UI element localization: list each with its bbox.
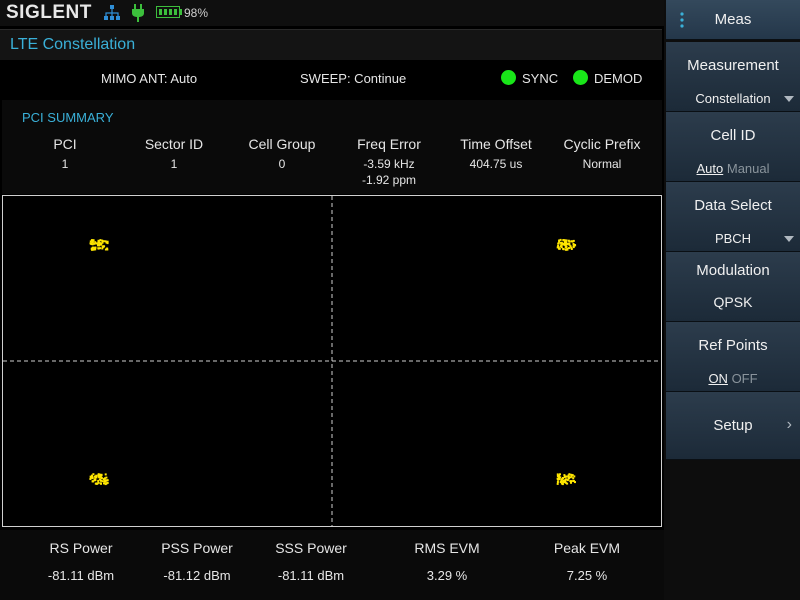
header-sector-id: Sector ID (144, 136, 204, 152)
pci-summary-title: PCI SUMMARY (22, 110, 114, 125)
sweep-status: SWEEP: Continue (300, 71, 407, 86)
setup-label: Setup (713, 417, 753, 434)
constellation-point (89, 473, 109, 486)
header-pss-power: PSS Power (161, 540, 233, 556)
ref-points-on-option[interactable]: ON (708, 371, 728, 386)
dropdown-arrow-icon (784, 236, 794, 242)
header-cell-group: Cell Group (248, 136, 316, 152)
siglent-logo: SIGLENT (6, 2, 92, 23)
constellation-point (89, 239, 109, 251)
header-time-offset: Time Offset (460, 136, 532, 152)
network-icon (104, 5, 120, 20)
data-select-label: Data Select (694, 197, 772, 214)
value-rs-power: -81.11 dBm (47, 568, 115, 583)
battery-tip (180, 9, 182, 15)
measurement-value: Constellation (695, 91, 771, 106)
modulation-value: QPSK (713, 294, 753, 310)
header-peak-evm: Peak EVM (553, 540, 621, 556)
power-plug-icon (132, 4, 144, 22)
value-freq-error-ppm: -1.92 ppm (361, 173, 417, 187)
battery-percent: 98% (184, 6, 209, 20)
status-row: MIMO ANT: Auto SWEEP: Continue SYNC DEMO… (0, 60, 664, 96)
title-bar: LTE Constellation (0, 29, 662, 61)
cell-id-manual-option[interactable]: Manual (727, 161, 770, 176)
cell-id-label: Cell ID (710, 127, 756, 144)
constellation-point (556, 473, 576, 486)
header-rms-evm: RMS EVM (414, 540, 480, 556)
value-time-offset: 404.75 us (469, 157, 523, 171)
value-sss-power: -81.11 dBm (277, 568, 345, 583)
metrics-panel: RS Power PSS Power SSS Power RMS EVM Pea… (0, 530, 664, 600)
header-rs-power: RS Power (49, 540, 113, 556)
cell-id-options: Auto Manual (666, 161, 800, 176)
constellation-point (556, 238, 577, 251)
softkey-panel: Meas Measurement Constellation Cell ID A… (664, 0, 800, 600)
setup-button[interactable]: Setup › (666, 392, 800, 460)
value-pci: 1 (61, 157, 69, 171)
demod-indicator-icon (573, 70, 588, 85)
value-freq-error-khz: -3.59 kHz (363, 157, 415, 171)
data-select-button[interactable]: Data Select PBCH (666, 182, 800, 252)
battery-icon (156, 6, 180, 18)
chevron-right-icon: › (786, 416, 792, 433)
modulation-button[interactable]: Modulation QPSK (666, 252, 800, 322)
value-cell-group: 0 (278, 157, 286, 171)
ref-points-off-option[interactable]: OFF (732, 371, 758, 386)
modulation-label: Modulation (696, 262, 770, 279)
value-sector-id: 1 (170, 157, 178, 171)
header-pci: PCI (53, 136, 77, 152)
measurement-label: Measurement (687, 57, 779, 74)
cell-id-auto-option[interactable]: Auto (696, 161, 723, 176)
value-peak-evm: 7.25 % (566, 568, 608, 583)
mimo-status: MIMO ANT: Auto (101, 71, 198, 86)
data-select-value: PBCH (714, 231, 752, 246)
sync-indicator-icon (501, 70, 516, 85)
top-status-bar (0, 0, 664, 26)
pci-summary: PCI SUMMARY PCI Sector ID Cell Group Fre… (2, 100, 662, 194)
meas-menu-button[interactable]: Meas (666, 0, 800, 40)
sync-label: SYNC (522, 71, 559, 86)
ref-points-label: Ref Points (698, 337, 768, 354)
header-freq-error: Freq Error (357, 136, 421, 152)
dropdown-arrow-icon (784, 96, 794, 102)
constellation-svg (3, 196, 661, 526)
page-title: LTE Constellation (10, 36, 136, 53)
header-sss-power: SSS Power (275, 540, 347, 556)
ref-points-options: ON OFF (666, 371, 800, 386)
value-pss-power: -81.12 dBm (163, 568, 231, 583)
header-cyclic-prefix: Cyclic Prefix (563, 136, 641, 152)
ref-points-button[interactable]: Ref Points ON OFF (666, 322, 800, 392)
constellation-plot (2, 195, 662, 527)
measurement-button[interactable]: Measurement Constellation (666, 42, 800, 112)
meas-label: Meas (714, 11, 752, 28)
value-rms-evm: 3.29 % (426, 568, 468, 583)
demod-label: DEMOD (594, 71, 643, 86)
value-cyclic-prefix: Normal (582, 157, 622, 171)
cell-id-button[interactable]: Cell ID Auto Manual (666, 112, 800, 182)
